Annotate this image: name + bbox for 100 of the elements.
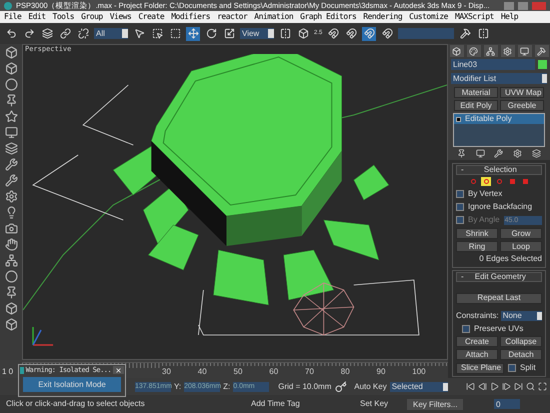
reference-coordinate-dropdown[interactable]: View [240, 28, 274, 39]
menu-item[interactable]: Animation [254, 11, 294, 23]
subobject-level-button[interactable] [520, 177, 530, 186]
playback-icon[interactable] [502, 382, 511, 391]
menu-item[interactable]: Help [500, 11, 518, 23]
stack-tool-icon[interactable] [494, 149, 504, 158]
ring-button[interactable]: Ring [456, 241, 498, 252]
menu-item[interactable]: reactor [217, 11, 248, 23]
repeat-last-button[interactable]: Repeat Last [456, 292, 542, 304]
detach-button[interactable]: Detach [500, 349, 542, 360]
tool-icon[interactable] [4, 110, 18, 123]
toolbar-button[interactable] [76, 26, 90, 40]
menu-item[interactable]: Group [81, 11, 103, 23]
modifier-button[interactable]: UVW Map [500, 87, 544, 98]
tool-icon[interactable] [4, 286, 18, 299]
toolbar-button[interactable] [326, 26, 340, 40]
add-time-tag-button[interactable]: Add Time Tag [251, 398, 313, 410]
playback-icon[interactable] [490, 382, 499, 391]
checkbox[interactable] [456, 203, 464, 211]
modifier-button[interactable]: Greeble [500, 100, 544, 111]
menu-item[interactable]: Views [110, 11, 132, 23]
panel-tab[interactable] [450, 45, 464, 57]
subobject-level-button[interactable] [507, 177, 517, 186]
tool-icon[interactable] [4, 190, 18, 203]
menu-item[interactable]: Modifiers [171, 11, 210, 23]
maximize-button[interactable] [518, 2, 528, 10]
tool-icon[interactable] [4, 46, 18, 59]
panel-tab[interactable] [534, 45, 548, 57]
playback-icon[interactable] [526, 382, 535, 391]
checkbox[interactable] [508, 364, 516, 372]
modifier-list-dropdown[interactable]: Modifier List [451, 73, 547, 84]
stack-tool-icon[interactable] [476, 149, 485, 158]
panel-tab[interactable] [518, 45, 532, 57]
toolbar-button[interactable] [362, 26, 376, 40]
exit-isolation-mode-button[interactable]: Exit Isolation Mode [23, 377, 121, 392]
constraints-dropdown[interactable]: None [500, 311, 542, 321]
modifier-button[interactable]: Material [454, 87, 498, 98]
toolbar-button[interactable] [222, 26, 236, 40]
tool-icon[interactable] [4, 238, 18, 251]
toolbar-button[interactable] [40, 26, 54, 40]
subobject-level-button[interactable] [481, 177, 491, 186]
frame-field[interactable]: 0 [494, 399, 520, 409]
menu-item[interactable]: Graph Editors [300, 11, 356, 23]
key-filters-button[interactable]: Key Filters... [407, 398, 464, 410]
tool-icon[interactable] [4, 318, 18, 331]
object-name-field[interactable]: Line03 [451, 59, 535, 70]
toolbar-button[interactable] [380, 26, 394, 40]
rollout-header[interactable]: - Selection [456, 165, 542, 175]
toolbar-button[interactable] [150, 26, 164, 40]
tool-icon[interactable] [4, 126, 18, 139]
toolbar-button[interactable] [168, 26, 182, 40]
tool-icon[interactable] [4, 254, 18, 267]
key-mode-dropdown[interactable]: Selected [390, 382, 448, 392]
tool-icon[interactable] [4, 174, 18, 187]
menu-item[interactable]: File [4, 11, 22, 23]
tool-icon[interactable] [4, 62, 18, 75]
toolbar-button[interactable] [204, 26, 218, 40]
checkbox[interactable] [462, 325, 470, 333]
menu-item[interactable]: MAXScript [455, 11, 494, 23]
selection-filter-dropdown[interactable]: All [94, 28, 128, 39]
minimize-button[interactable] [504, 2, 514, 10]
panel-tab[interactable] [466, 45, 480, 57]
tool-icon[interactable] [4, 206, 18, 219]
toolbar-button[interactable] [296, 26, 310, 40]
toolbar-button[interactable] [58, 26, 72, 40]
menu-item[interactable]: Rendering [363, 11, 402, 23]
tool-icon[interactable] [4, 142, 18, 155]
menu-item[interactable]: Customize [409, 11, 448, 23]
modifier-button[interactable]: Edit Poly [454, 100, 498, 111]
panel-tab[interactable] [500, 45, 514, 57]
grow-button[interactable]: Grow [500, 228, 542, 239]
stack-tool-icon[interactable] [532, 149, 542, 158]
checkbox[interactable] [456, 190, 464, 198]
close-button[interactable] [113, 366, 124, 374]
playback-icon[interactable] [514, 382, 523, 391]
loop-button[interactable]: Loop [500, 241, 542, 252]
playback-icon[interactable] [466, 382, 475, 391]
key-icon[interactable] [335, 380, 348, 392]
toolbar-button[interactable] [458, 26, 472, 40]
menu-item[interactable]: Create [138, 11, 164, 23]
tool-icon[interactable] [4, 158, 18, 171]
object-color-swatch[interactable] [538, 60, 547, 69]
attach-button[interactable]: Attach [456, 349, 498, 360]
shrink-button[interactable]: Shrink [456, 228, 498, 239]
create-button[interactable]: Create [456, 336, 498, 347]
stack-tool-icon[interactable] [513, 149, 522, 158]
collapse-button[interactable]: Collapse [500, 336, 542, 347]
named-selection-field[interactable] [398, 28, 454, 39]
stack-item[interactable]: Editable Poly [454, 114, 544, 124]
menu-item[interactable]: Edit [28, 11, 46, 23]
slice-plane-button[interactable]: Slice Plane [456, 362, 504, 374]
set-key-button[interactable]: Set Key [360, 398, 388, 410]
tool-icon[interactable] [4, 222, 18, 235]
stack-tool-icon[interactable] [456, 149, 466, 158]
toolbar-button[interactable] [344, 26, 358, 40]
rollout-header[interactable]: - Edit Geometry [456, 272, 542, 282]
playback-icon[interactable] [478, 382, 487, 391]
panel-tab[interactable] [484, 45, 498, 57]
toolbar-button[interactable] [186, 26, 200, 40]
tool-icon[interactable] [4, 78, 18, 91]
